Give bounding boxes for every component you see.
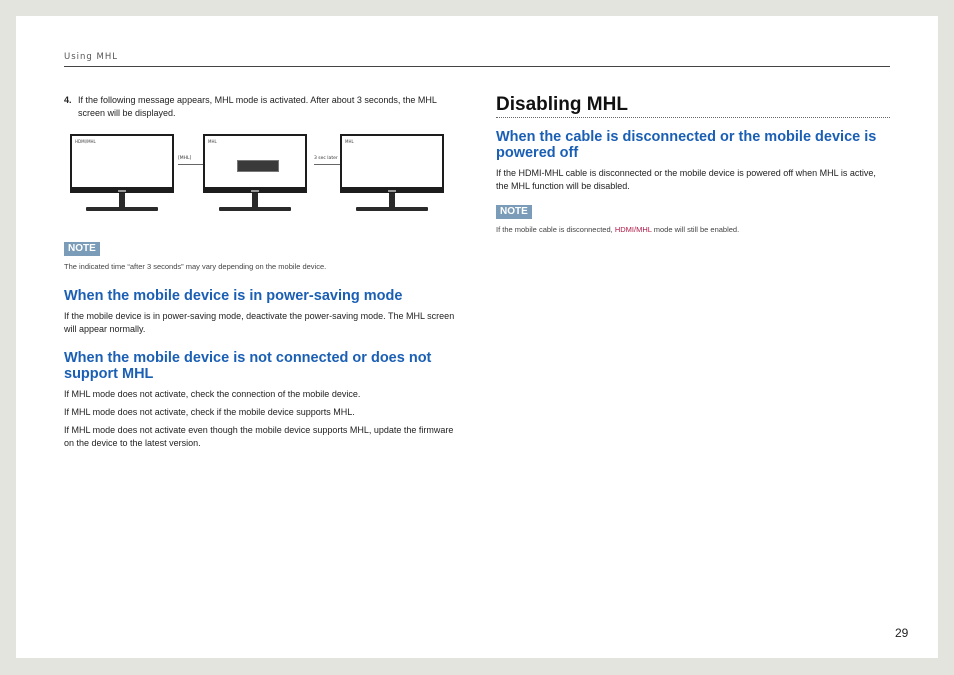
section-text: If the HDMI-MHL cable is disconnected or…	[496, 168, 876, 191]
monitor-chin	[70, 189, 174, 193]
monitor-screen: MHL	[340, 134, 444, 189]
note-text: The indicated time “after 3 seconds” may…	[64, 262, 327, 271]
note-badge: NOTE	[64, 242, 100, 256]
note-text: If the mobile cable is disconnected, HDM…	[496, 224, 890, 235]
note-block-2: NOTE If the mobile cable is disconnected…	[496, 201, 890, 235]
monitor-neck	[252, 193, 258, 207]
monitor-3: MHL	[340, 134, 444, 211]
monitor-2: MHL	[203, 134, 307, 211]
step-number: 4.	[64, 95, 72, 105]
page-number: 29	[895, 626, 909, 640]
monitor-stand	[356, 207, 428, 211]
screen-label: MHL	[345, 139, 354, 144]
note-text-after: mode will still be enabled.	[651, 225, 740, 234]
monitor-screen: MHL	[203, 134, 307, 189]
note-text-before: If the mobile cable is disconnected,	[496, 225, 615, 234]
monitor-chin	[340, 189, 444, 193]
section-heading: When the mobile device is not connected …	[64, 350, 432, 382]
note-badge: NOTE	[496, 205, 532, 219]
left-column: 4. If the following message appears, MHL…	[64, 94, 464, 450]
screen-label: MHL	[208, 139, 217, 144]
section-not-connected: When the mobile device is not connected …	[64, 350, 464, 450]
manual-page: Using MHL 4. If the following message ap…	[16, 16, 938, 658]
mhl-figure: HDMI/MHL [MHL] MHL 3 sec later MHL	[64, 134, 464, 230]
step-4: 4. If the following message appears, MHL…	[64, 94, 464, 120]
section-heading: When the mobile device is in power-savin…	[64, 288, 403, 304]
note-block-1: NOTE The indicated time “after 3 seconds…	[64, 238, 464, 272]
monitor-neck	[119, 193, 125, 207]
section-power-saving: When the mobile device is in power-savin…	[64, 288, 464, 336]
paragraph-2: If MHL mode does not activate, check if …	[64, 407, 355, 417]
section-text: If the mobile device is in power-saving …	[64, 311, 455, 334]
paragraph-3: If MHL mode does not activate even thoug…	[64, 425, 454, 448]
monitor-chin	[203, 189, 307, 193]
monitor-stand	[86, 207, 158, 211]
monitor-1: HDMI/MHL	[70, 134, 174, 211]
page-title: Disabling MHL	[496, 94, 890, 118]
screen-label: HDMI/MHL	[75, 139, 96, 144]
monitor-stand	[219, 207, 291, 211]
mhl-osd-message	[237, 160, 279, 172]
monitor-neck	[389, 193, 395, 207]
step-text: If the following message appears, MHL mo…	[78, 95, 437, 118]
running-header: Using MHL	[64, 52, 118, 62]
right-column: Disabling MHL When the cable is disconne…	[496, 94, 890, 235]
section-heading: When the cable is disconnected or the mo…	[496, 129, 877, 161]
section-disabling: When the cable is disconnected or the mo…	[496, 129, 890, 193]
monitor-screen: HDMI/MHL	[70, 134, 174, 189]
header-rule	[64, 66, 890, 67]
paragraph-1: If MHL mode does not activate, check the…	[64, 389, 361, 399]
hdmi-mhl-highlight: HDMI/MHL	[614, 225, 652, 234]
